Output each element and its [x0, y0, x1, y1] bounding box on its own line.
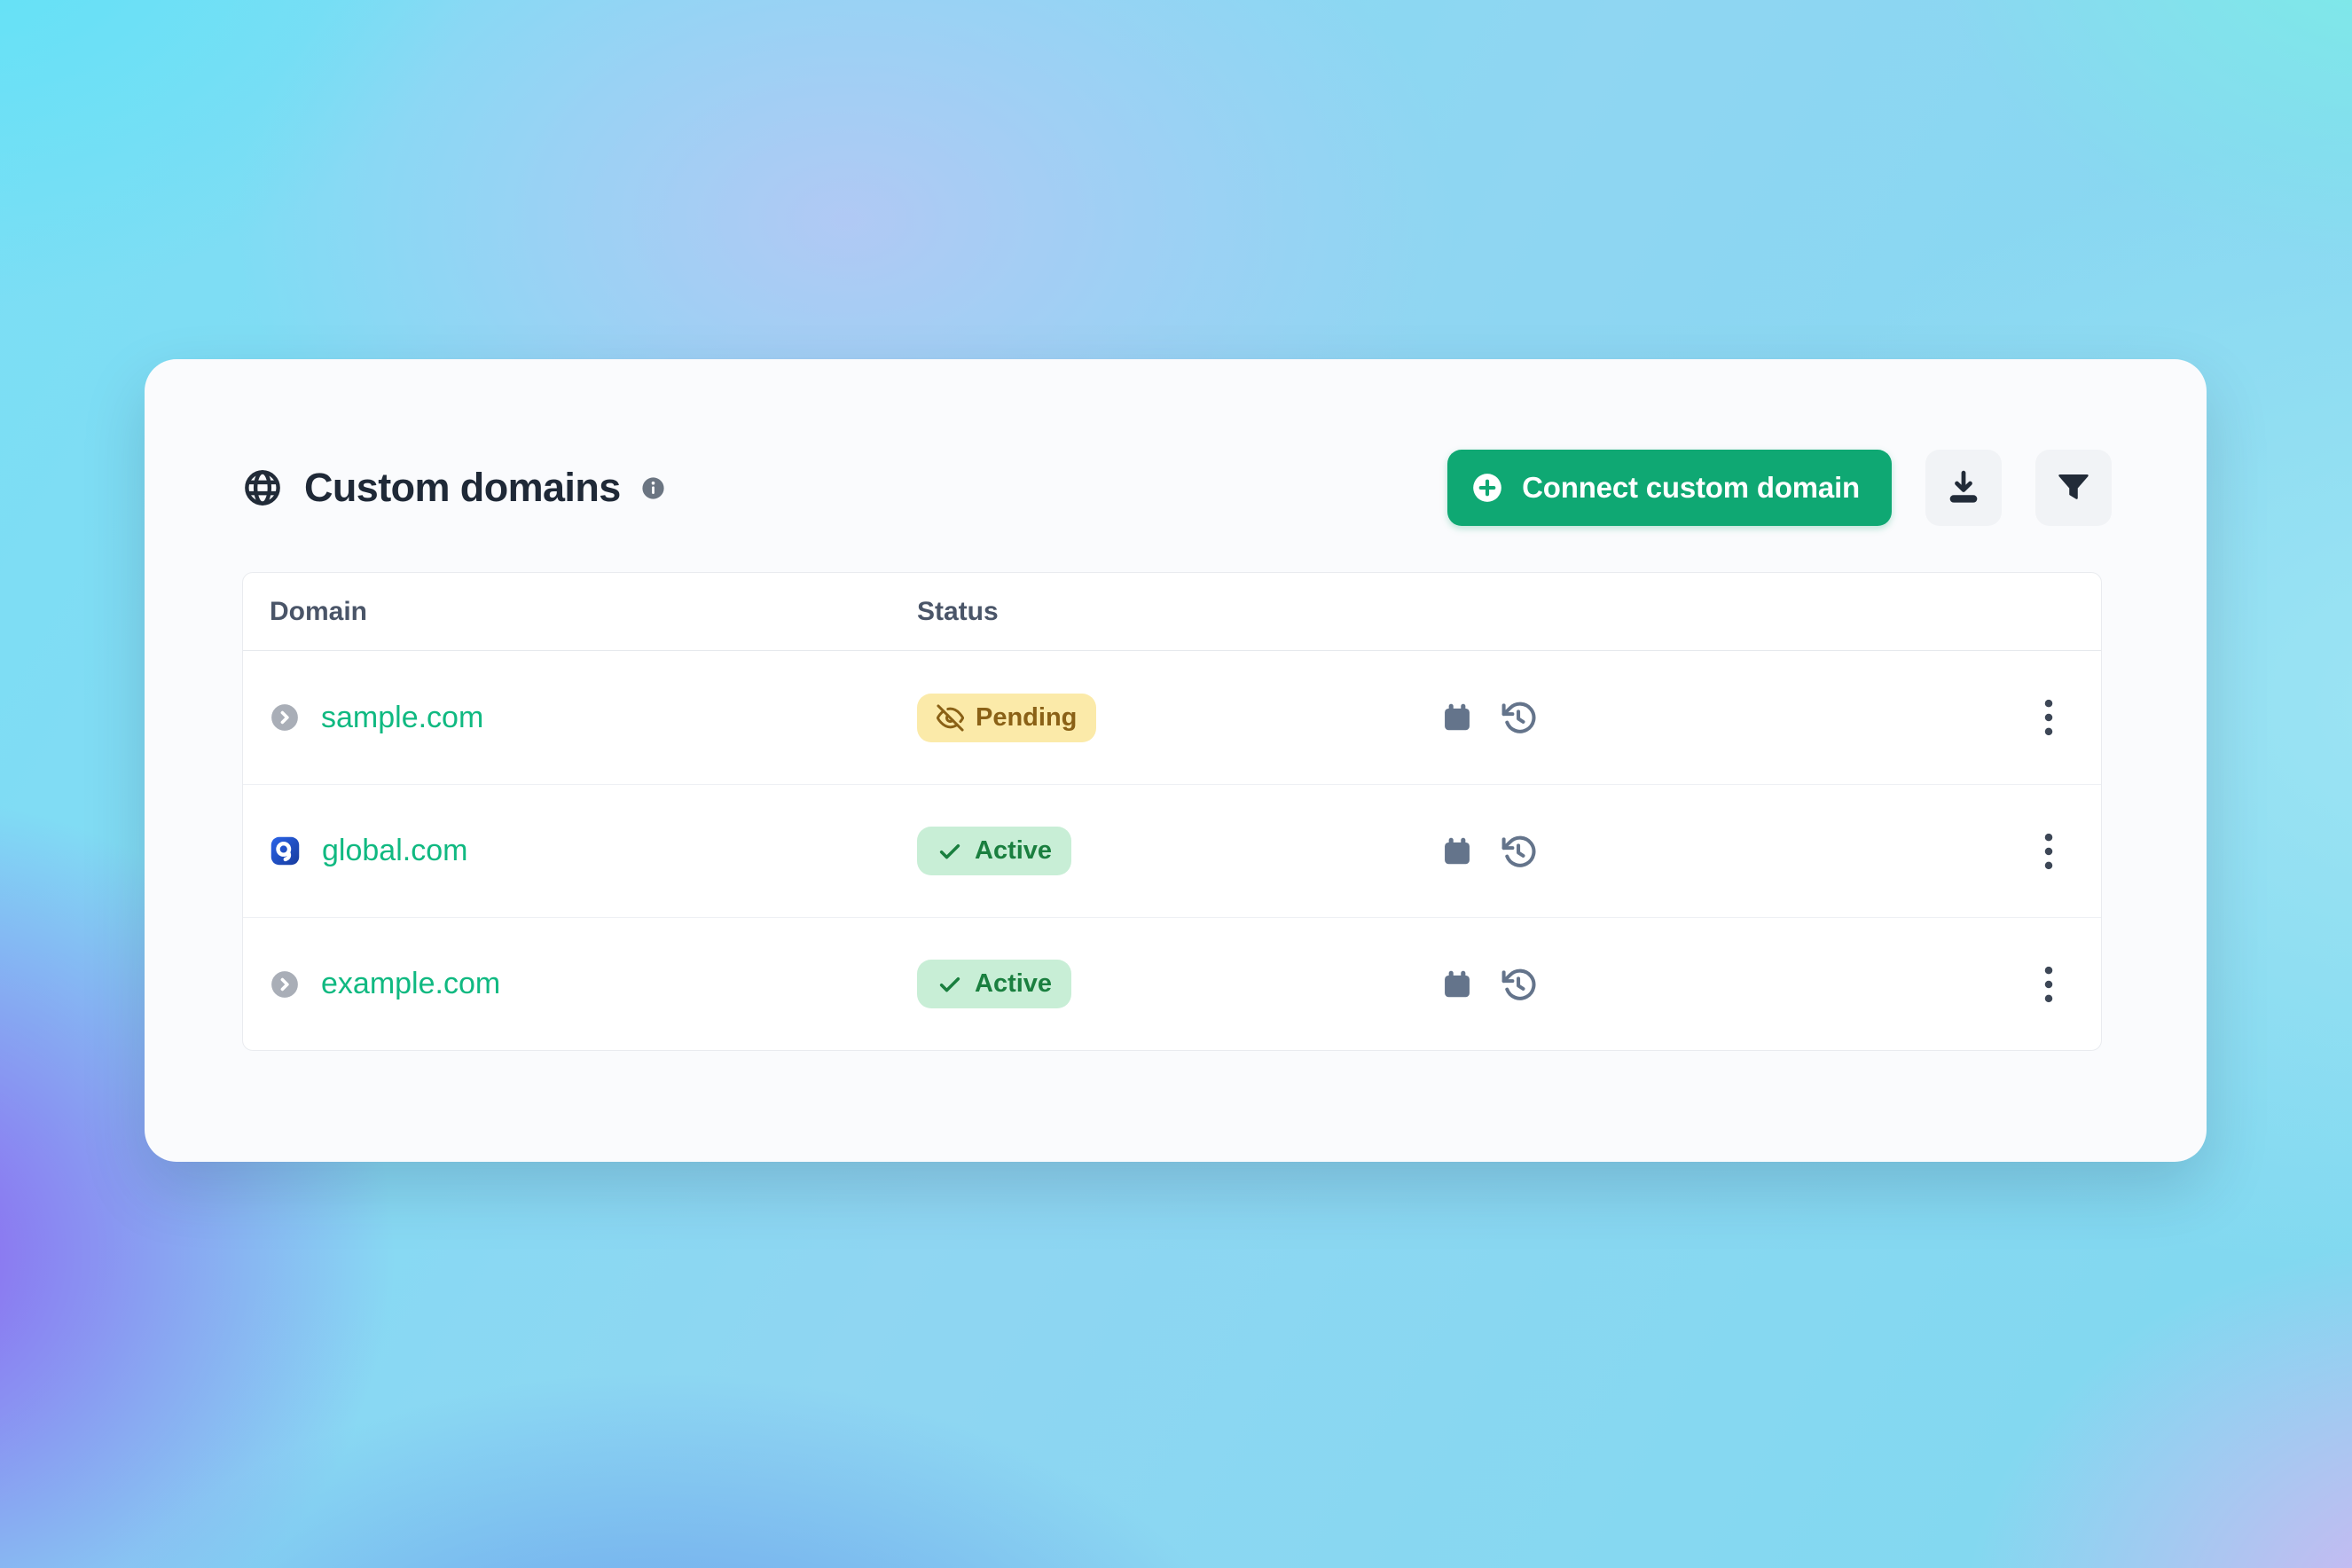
table-header-row: Domain Status — [243, 573, 2101, 651]
history-icon — [1499, 966, 1536, 1003]
calendar-button[interactable] — [1440, 701, 1474, 734]
chevron-circle-icon[interactable] — [270, 969, 300, 1000]
row-actions — [1440, 833, 1596, 870]
page-title: Custom domains — [304, 465, 621, 511]
status-badge: Active — [917, 960, 1071, 1008]
domain-cell: global.com — [243, 834, 917, 868]
check-icon — [937, 838, 963, 865]
status-cell: Active — [917, 827, 1440, 875]
domain-link[interactable]: sample.com — [321, 701, 483, 735]
history-icon — [1499, 699, 1536, 736]
kebab-menu-icon[interactable] — [2041, 831, 2057, 872]
filter-icon — [2054, 468, 2093, 507]
header-actions: Connect custom domain — [1447, 450, 2112, 526]
calendar-button[interactable] — [1440, 835, 1474, 868]
status-cell: Pending — [917, 694, 1440, 742]
calendar-icon — [1440, 701, 1474, 734]
table-row: sample.com Pending — [243, 651, 2101, 784]
title-group: Custom domains — [242, 465, 666, 511]
desktop-background: Custom domains Connect custom domain — [0, 0, 2352, 1568]
status-cell: Active — [917, 960, 1440, 1008]
kebab-menu-icon[interactable] — [2041, 964, 2057, 1005]
status-label: Active — [975, 969, 1052, 999]
status-badge: Active — [917, 827, 1071, 875]
domain-cell: example.com — [243, 967, 917, 1001]
calendar-icon — [1440, 968, 1474, 1001]
row-actions — [1440, 699, 1596, 736]
filter-button[interactable] — [2035, 450, 2112, 526]
plus-circle-icon — [1470, 471, 1504, 505]
status-badge: Pending — [917, 694, 1096, 742]
history-button[interactable] — [1499, 833, 1536, 870]
column-header-status: Status — [917, 597, 1440, 627]
calendar-button[interactable] — [1440, 968, 1474, 1001]
site-favicon-icon — [270, 835, 301, 866]
connect-button-label: Connect custom domain — [1522, 471, 1860, 505]
export-button[interactable] — [1925, 450, 2002, 526]
download-icon — [1943, 467, 1984, 508]
status-label: Pending — [976, 703, 1077, 733]
history-icon — [1499, 833, 1536, 870]
globe-icon — [242, 467, 283, 508]
history-button[interactable] — [1499, 699, 1536, 736]
domain-link[interactable]: global.com — [322, 834, 467, 868]
history-button[interactable] — [1499, 966, 1536, 1003]
status-label: Active — [975, 836, 1052, 866]
column-header-domain: Domain — [243, 597, 917, 627]
domains-table: Domain Status sample.com — [242, 572, 2102, 1051]
row-menu-cell — [1996, 831, 2101, 872]
table-row: global.com Active — [243, 784, 2101, 917]
domain-link[interactable]: example.com — [321, 967, 500, 1001]
card-header: Custom domains Connect custom domain — [242, 448, 2112, 528]
check-icon — [937, 971, 963, 998]
connect-custom-domain-button[interactable]: Connect custom domain — [1447, 450, 1892, 526]
eye-off-icon — [937, 704, 964, 732]
chevron-circle-icon[interactable] — [270, 702, 300, 733]
domain-cell: sample.com — [243, 701, 917, 735]
custom-domains-card: Custom domains Connect custom domain — [145, 359, 2207, 1162]
table-row: example.com Active — [243, 917, 2101, 1050]
calendar-icon — [1440, 835, 1474, 868]
row-menu-cell — [1996, 697, 2101, 738]
kebab-menu-icon[interactable] — [2041, 697, 2057, 738]
row-menu-cell — [1996, 964, 2101, 1005]
row-actions — [1440, 966, 1596, 1003]
info-icon[interactable] — [640, 475, 666, 501]
